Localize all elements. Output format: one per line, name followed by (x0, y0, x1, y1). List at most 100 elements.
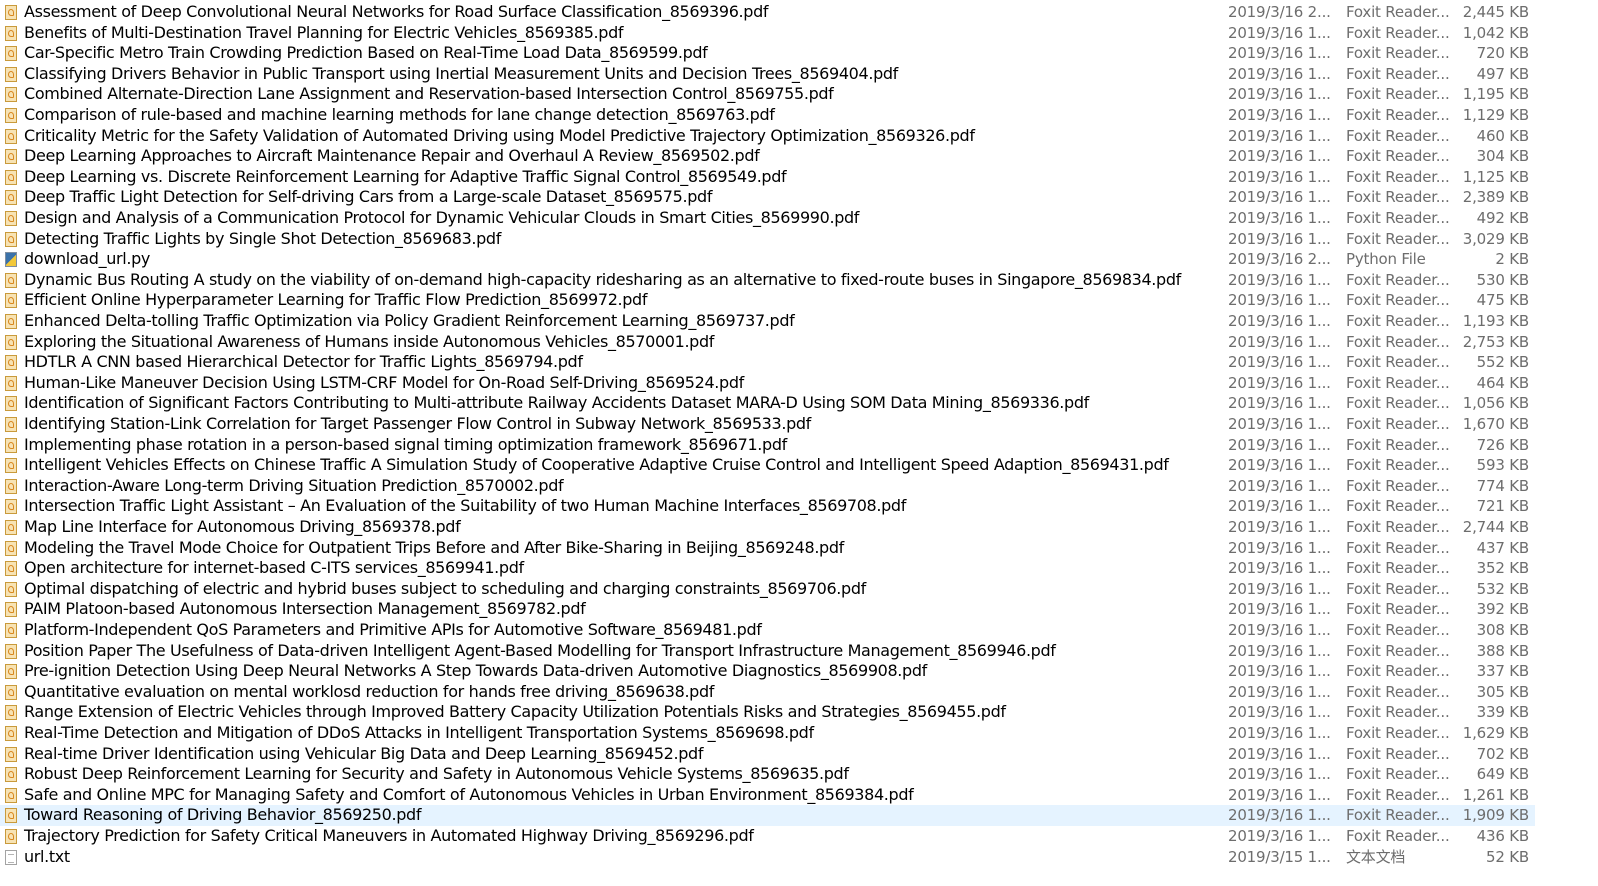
file-row[interactable]: Pre-ignition Detection Using Deep Neural… (0, 661, 1535, 682)
file-row[interactable]: Position Paper The Usefulness of Data-dr… (0, 641, 1535, 662)
file-date-modified: 2019/3/16 1... (1228, 476, 1331, 495)
file-row[interactable]: Platform-Independent QoS Parameters and … (0, 620, 1535, 641)
file-name: Assessment of Deep Convolutional Neural … (24, 2, 769, 21)
file-row[interactable]: download_url.py 2019/3/16 2... Python File… (0, 249, 1535, 270)
file-type: Foxit Reader... (1346, 147, 1450, 166)
file-row[interactable]: Comparison of rule-based and machine lea… (0, 105, 1535, 126)
file-type: Foxit Reader... (1346, 291, 1450, 310)
file-row[interactable]: Identifying Station-Link Correlation for… (0, 414, 1535, 435)
file-row[interactable]: Optimal dispatching of electric and hybr… (0, 579, 1535, 600)
file-date-modified: 2019/3/16 1... (1228, 724, 1331, 742)
file-date-modified: 2019/3/16 1... (1228, 23, 1331, 42)
file-type: Foxit Reader... (1346, 209, 1450, 227)
file-row[interactable]: Real-Time Detection and Mitigation of DD… (0, 723, 1535, 744)
file-row[interactable]: url.txt 2019/3/15 1... 文本文档 52 KB (0, 847, 1535, 868)
pdf-file-icon (5, 190, 17, 206)
file-date-modified: 2019/3/16 1... (1228, 641, 1331, 660)
file-size: 1,042 KB (1462, 23, 1529, 42)
file-row[interactable]: Efficient Online Hyperparameter Learning… (0, 290, 1535, 311)
file-row[interactable]: Design and Analysis of a Communication P… (0, 208, 1535, 229)
file-row[interactable]: Modeling the Travel Mode Choice for Outp… (0, 538, 1535, 559)
file-row[interactable]: Detecting Traffic Lights by Single Shot … (0, 229, 1535, 250)
file-name: Position Paper The Usefulness of Data-dr… (24, 640, 1056, 660)
file-row[interactable]: Dynamic Bus Routing A study on the viabi… (0, 270, 1535, 291)
pdf-file-icon (5, 540, 17, 556)
file-type: Foxit Reader... (1346, 518, 1450, 536)
file-row[interactable]: Toward Reasoning of Driving Behavior_856… (0, 805, 1535, 826)
file-size: 392 KB (1476, 600, 1530, 619)
file-row[interactable]: Quantitative evaluation on mental worklo… (0, 682, 1535, 703)
file-row[interactable]: Trajectory Prediction for Safety Critica… (0, 826, 1535, 847)
pdf-file-icon (5, 643, 17, 659)
file-date-modified: 2019/3/16 1... (1228, 765, 1331, 784)
file-date-modified: 2019/3/16 1... (1228, 600, 1331, 619)
file-name: Trajectory Prediction for Safety Critica… (24, 826, 754, 845)
file-row[interactable]: Car-Specific Metro Train Crowding Predic… (0, 43, 1535, 64)
file-size: 2,744 KB (1462, 518, 1529, 536)
file-row[interactable]: HDTLR A CNN based Hierarchical Detector … (0, 352, 1535, 373)
file-date-modified: 2019/3/16 1... (1228, 497, 1331, 516)
file-date-modified: 2019/3/16 1... (1228, 106, 1331, 124)
file-row[interactable]: Interaction-Aware Long-term Driving Situ… (0, 476, 1535, 497)
file-name: url.txt (24, 846, 70, 866)
file-size: 304 KB (1476, 147, 1530, 166)
file-date-modified: 2019/3/16 1... (1228, 353, 1331, 372)
file-size: 1,129 KB (1462, 106, 1529, 124)
pdf-file-icon (5, 478, 17, 494)
pdf-file-icon (5, 437, 17, 453)
pdf-file-icon (5, 396, 17, 412)
file-row[interactable]: Real-time Driver Identification using Ve… (0, 744, 1535, 765)
file-size: 352 KB (1476, 559, 1530, 578)
file-row[interactable]: Range Extension of Electric Vehicles thr… (0, 702, 1535, 723)
file-row[interactable]: Classifying Drivers Behavior in Public T… (0, 64, 1535, 85)
file-name: Modeling the Travel Mode Choice for Outp… (24, 537, 844, 557)
file-name: Identification of Significant Factors Co… (24, 393, 1089, 413)
pdf-file-icon (5, 25, 17, 41)
file-type: Foxit Reader... (1346, 497, 1450, 516)
file-size: 593 KB (1476, 456, 1530, 475)
file-row[interactable]: Criticality Metric for the Safety Valida… (0, 126, 1535, 147)
file-type: Foxit Reader... (1346, 682, 1450, 701)
file-name: Efficient Online Hyperparameter Learning… (24, 290, 648, 310)
file-row[interactable]: Benefits of Multi-Destination Travel Pla… (0, 23, 1535, 44)
file-size: 308 KB (1476, 621, 1530, 639)
file-name: Optimal dispatching of electric and hybr… (24, 578, 866, 598)
file-row[interactable]: Combined Alternate-Direction Lane Assign… (0, 84, 1535, 105)
file-row[interactable]: Intersection Traffic Light Assistant – A… (0, 496, 1535, 517)
file-name: Toward Reasoning of Driving Behavior_856… (24, 805, 422, 825)
pdf-file-icon (5, 128, 17, 144)
file-type: Foxit Reader... (1346, 270, 1450, 289)
file-row[interactable]: Robust Deep Reinforcement Learning for S… (0, 764, 1535, 785)
file-row[interactable]: Deep Learning vs. Discrete Reinforcement… (0, 167, 1535, 188)
file-row[interactable]: Enhanced Delta-tolling Traffic Optimizat… (0, 311, 1535, 332)
file-row[interactable]: Deep Traffic Light Detection for Self-dr… (0, 187, 1535, 208)
pdf-file-icon (5, 726, 17, 741)
file-row[interactable]: Identification of Significant Factors Co… (0, 393, 1535, 414)
file-size: 337 KB (1476, 662, 1530, 681)
file-size: 497 KB (1476, 64, 1530, 83)
file-row[interactable]: Deep Learning Approaches to Aircraft Mai… (0, 146, 1535, 167)
file-row[interactable]: Map Line Interface for Autonomous Drivin… (0, 517, 1535, 538)
file-size: 305 KB (1476, 682, 1530, 701)
file-date-modified: 2019/3/16 1... (1228, 682, 1331, 701)
file-row[interactable]: Implementing phase rotation in a person-… (0, 435, 1535, 456)
file-type: Foxit Reader... (1346, 353, 1450, 372)
file-date-modified: 2019/3/16 1... (1228, 456, 1331, 475)
file-row[interactable]: Intelligent Vehicles Effects on Chinese … (0, 455, 1535, 476)
file-name: Identifying Station-Link Correlation for… (24, 414, 811, 433)
file-name: Intersection Traffic Light Assistant – A… (24, 496, 907, 516)
file-type: Foxit Reader... (1346, 106, 1450, 124)
file-name: Real-Time Detection and Mitigation of DD… (24, 723, 814, 742)
pdf-file-icon (5, 272, 17, 288)
file-date-modified: 2019/3/16 2... (1228, 250, 1331, 269)
file-date-modified: 2019/3/16 1... (1228, 312, 1331, 330)
file-type: Foxit Reader... (1346, 415, 1450, 433)
file-size: 649 KB (1476, 765, 1530, 784)
file-row[interactable]: Human-Like Maneuver Decision Using LSTM-… (0, 373, 1535, 394)
pdf-file-icon (5, 5, 17, 20)
file-row[interactable]: Exploring the Situational Awareness of H… (0, 332, 1535, 353)
file-row[interactable]: Open architecture for internet-based C-I… (0, 558, 1535, 579)
file-row[interactable]: Assessment of Deep Convolutional Neural … (0, 2, 1535, 23)
file-row[interactable]: Safe and Online MPC for Managing Safety … (0, 785, 1535, 806)
file-row[interactable]: PAIM Platoon-based Autonomous Intersecti… (0, 599, 1535, 620)
